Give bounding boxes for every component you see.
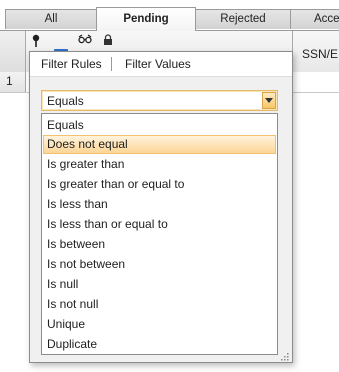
chevron-down-icon	[265, 98, 273, 103]
tab-all[interactable]: All	[5, 9, 97, 29]
glasses-icon[interactable]	[78, 34, 92, 46]
option-unique[interactable]: Unique	[43, 315, 276, 334]
row-number: 1	[0, 72, 26, 92]
tab-pending[interactable]: Pending	[96, 7, 196, 31]
option-is-less-than-or-equal-to[interactable]: Is less than or equal to	[43, 215, 276, 234]
resize-grip-icon[interactable]	[280, 350, 289, 361]
option-is-not-null[interactable]: Is not null	[43, 295, 276, 314]
option-does-not-equal[interactable]: Does not equal	[43, 135, 276, 154]
column-header-ssn[interactable]: SSN/E	[302, 47, 338, 61]
option-duplicate[interactable]: Duplicate	[43, 335, 276, 354]
option-is-null[interactable]: Is null	[43, 275, 276, 294]
operator-combobox-value: Equals	[47, 94, 84, 108]
dropdown-button[interactable]	[262, 92, 276, 109]
tab-filter-values[interactable]: Filter Values	[125, 57, 191, 71]
pin-icon[interactable]	[30, 34, 42, 47]
lock-icon[interactable]	[103, 34, 115, 46]
filter-icon[interactable]	[54, 43, 68, 53]
tab-separator	[111, 57, 112, 71]
operator-dropdown-list: Equals Does not equal Is greater than Is…	[41, 113, 278, 355]
grid-corner-cell	[0, 31, 26, 72]
option-is-greater-than-or-equal-to[interactable]: Is greater than or equal to	[43, 175, 276, 194]
tab-bar: All Pending Rejected Acce	[0, 0, 339, 31]
filter-popup: Filter Rules Filter Values Equals Equals…	[29, 51, 293, 363]
filter-popup-tabs: Filter Rules Filter Values	[30, 52, 292, 77]
grid-window: All Pending Rejected Acce SSN/E 1 Filter…	[0, 0, 339, 372]
option-is-between[interactable]: Is between	[43, 235, 276, 254]
option-is-greater-than[interactable]: Is greater than	[43, 155, 276, 174]
tab-accepted[interactable]: Acce	[290, 9, 339, 29]
option-is-less-than[interactable]: Is less than	[43, 195, 276, 214]
tab-rejected[interactable]: Rejected	[195, 9, 291, 29]
option-equals[interactable]: Equals	[43, 116, 276, 135]
option-is-not-between[interactable]: Is not between	[43, 255, 276, 274]
tab-filter-rules[interactable]: Filter Rules	[41, 57, 102, 71]
operator-combobox[interactable]: Equals	[41, 90, 278, 111]
